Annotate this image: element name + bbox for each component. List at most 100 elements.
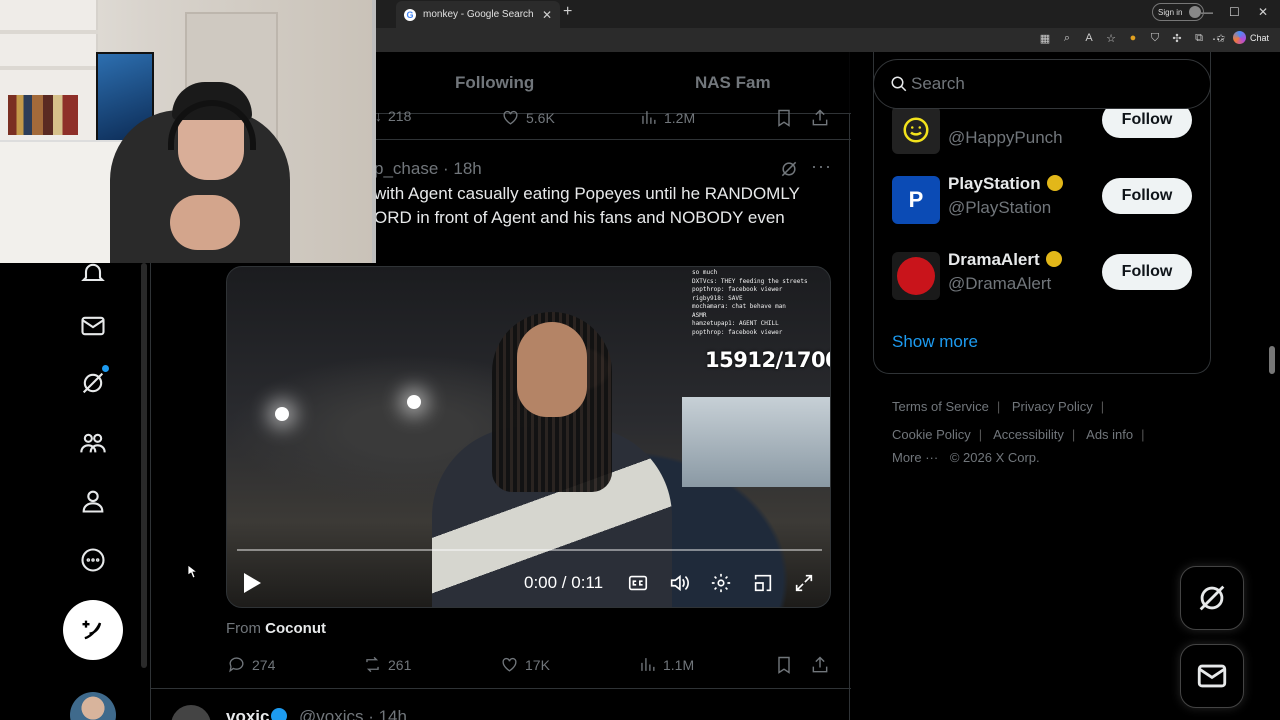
nav-more[interactable] (73, 540, 113, 580)
share-icon (812, 109, 828, 126)
nav-grok[interactable] (73, 363, 113, 403)
suggestion-name: DramaAlert (948, 250, 1040, 269)
play-icon[interactable] (241, 571, 263, 595)
volume-button[interactable] (668, 572, 690, 594)
suggestion-playstation[interactable]: P PlayStation @PlayStation Follow (892, 174, 1192, 226)
favorite-star-icon[interactable]: ☆ (1104, 31, 1118, 45)
views-bar-icon (642, 111, 656, 124)
nav-communities[interactable] (73, 423, 113, 463)
grok-explain-button[interactable] (779, 159, 799, 179)
pip-icon (754, 574, 772, 592)
new-tab-button[interactable]: + (563, 3, 572, 21)
video-source: From Coconut (226, 620, 326, 637)
suggestion-handle: @HappyPunch (948, 128, 1063, 147)
cookie-link[interactable]: Cookie Policy (892, 427, 971, 442)
ads-info-link[interactable]: Ads info (1086, 427, 1133, 442)
share-button[interactable] (810, 655, 830, 675)
next-post-author[interactable]: voxic (226, 707, 288, 720)
video-stream-chat: so much DXTVcs: THEY feeding the streets p… (692, 269, 830, 337)
footer-separator: | (1100, 399, 1105, 414)
extension-icon[interactable]: ● (1126, 31, 1140, 45)
window-maximize-button[interactable]: ☐ (1229, 5, 1240, 19)
from-label: From (226, 620, 261, 637)
next-post-handle[interactable]: @voxics · 14h (299, 707, 407, 720)
playstation-logo-icon: P (908, 187, 924, 212)
verified-badge-icon (1047, 175, 1064, 191)
like-button[interactable]: 17K (500, 655, 550, 674)
stream-chat-line: mochamara: chat behave man (692, 303, 786, 310)
search-box[interactable]: Search (873, 59, 1211, 109)
picture-in-picture-button[interactable] (752, 572, 774, 594)
prev-views-button[interactable]: 1.2M (639, 108, 695, 127)
next-post[interactable]: voxic @voxics · 14h (151, 688, 851, 720)
read-aloud-icon[interactable]: A (1082, 31, 1096, 45)
puzzle-icon[interactable]: ✣ (1170, 31, 1184, 45)
repost-button[interactable]: 261 (363, 655, 411, 674)
copyright-text: © 2026 X Corp. (949, 450, 1040, 465)
window-close-button[interactable]: ✕ (1258, 5, 1268, 19)
footer-separator: | (1071, 427, 1076, 442)
suggestion-happypunch[interactable]: @HappyPunch Follow (892, 102, 1192, 156)
zoom-icon[interactable]: ⌕ (1060, 31, 1074, 45)
views-button[interactable]: 1.1M (638, 655, 694, 674)
happypunch-avatar[interactable] (892, 106, 940, 154)
sign-in-label: Sign in (1158, 7, 1183, 17)
tab-following[interactable]: Following (455, 73, 534, 93)
post-handle-time[interactable]: p_chase · 18h (374, 159, 482, 179)
footer-row-1: Terms of Service | Privacy Policy | (892, 399, 1192, 414)
suggestion-dramaalert[interactable]: DramaAlert @DramaAlert Follow (892, 250, 1192, 302)
sign-in-button[interactable]: Sign in (1152, 3, 1204, 21)
post-text-line: ORD in front of Agent and his fans and N… (374, 208, 785, 227)
compose-post-button[interactable] (63, 600, 123, 660)
next-post-avatar[interactable] (171, 705, 211, 720)
accessibility-link[interactable]: Accessibility (993, 427, 1064, 442)
video-player[interactable]: so much DXTVcs: THEY feeding the streets p… (226, 266, 831, 608)
dramaalert-avatar[interactable] (892, 252, 940, 300)
show-more-link[interactable]: Show more (892, 332, 978, 352)
bookmark-icon (778, 109, 790, 127)
suggestion-name-wrap: PlayStation (948, 174, 1064, 194)
messages-fab-button[interactable] (1180, 644, 1244, 708)
prev-bookmark-button[interactable] (774, 108, 794, 128)
bookmark-button[interactable] (774, 655, 794, 675)
terms-link[interactable]: Terms of Service (892, 399, 989, 414)
webcam-books (8, 95, 78, 135)
browser-menu-icon[interactable]: ⋯ (1212, 32, 1224, 46)
reader-icon[interactable]: ▦ (1038, 31, 1052, 45)
more-circle-icon (81, 548, 105, 572)
stream-chat-line: rigby918: SAVE (692, 294, 743, 302)
stream-chat-line: ASMR (692, 311, 707, 319)
repost-count: 261 (388, 656, 412, 673)
footer-more-link[interactable]: More ··· (892, 450, 938, 465)
prev-retweet-button[interactable]: ↓ 218 (375, 108, 411, 124)
grok-icon (1199, 585, 1225, 611)
prev-share-button[interactable] (810, 108, 830, 128)
playstation-avatar[interactable]: P (892, 176, 940, 224)
video-progress-bar[interactable] (237, 549, 822, 551)
split-screen-icon[interactable]: ⧉ (1192, 31, 1206, 45)
views-bar-icon (641, 658, 655, 671)
copilot-chat-button[interactable]: Chat (1233, 31, 1269, 44)
nav-messages[interactable] (73, 306, 113, 346)
fullscreen-button[interactable] (793, 572, 815, 594)
right-scrollbar-thumb[interactable] (1269, 346, 1275, 374)
reply-button[interactable]: 274 (227, 655, 275, 674)
follow-button[interactable]: Follow (1102, 178, 1192, 214)
captions-button[interactable] (627, 572, 649, 594)
shield-icon[interactable]: ⛉ (1148, 31, 1162, 45)
settings-button[interactable] (710, 572, 732, 594)
follow-button[interactable]: Follow (1102, 254, 1192, 290)
tab-close-icon[interactable]: ✕ (542, 8, 552, 22)
nav-profile[interactable] (73, 481, 113, 521)
prev-like-button[interactable]: 5.6K (501, 108, 555, 127)
grok-fab-button[interactable] (1180, 566, 1244, 630)
left-scrollbar[interactable] (141, 263, 147, 668)
privacy-link[interactable]: Privacy Policy (1012, 399, 1093, 414)
next-post-name: voxic (226, 707, 270, 720)
browser-tab-active[interactable]: G monkey - Google Search ✕ (396, 1, 560, 28)
video-sub-counter: 15912/17000 (705, 348, 830, 372)
from-source-link[interactable]: Coconut (265, 620, 326, 637)
tab-nas-fam[interactable]: NAS Fam (695, 73, 771, 93)
post-more-icon[interactable]: ··· (811, 156, 832, 177)
stream-chat-line: hamzetupap1: AGENT CHILL (692, 320, 779, 327)
